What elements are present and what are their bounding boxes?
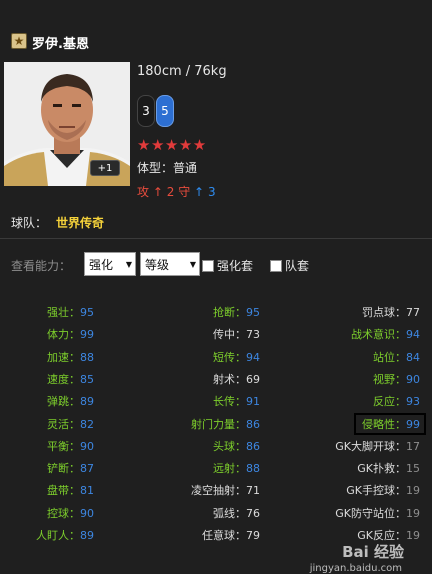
attribute-row: 视野：90 <box>0 371 420 387</box>
chevron-down-icon: ▼ <box>125 259 132 269</box>
enhance-select[interactable]: 强化 ▼ <box>84 252 136 276</box>
enhance-select-value: 强化 <box>89 257 114 272</box>
left-foot-value: 3 <box>142 104 150 118</box>
attribute-row: 反应：93 <box>0 393 420 409</box>
attribute-row: GK扑救：15 <box>0 460 420 476</box>
team-value: 世界传奇 <box>56 216 105 230</box>
attribute-label: GK大脚开球： <box>335 439 406 453</box>
attribute-row: 战术意识：94 <box>0 326 420 342</box>
player-name: 罗伊.基恩 <box>32 37 89 52</box>
level-badge: +1 <box>90 160 120 176</box>
attribute-label: 罚点球： <box>362 306 406 319</box>
attribute-value: 19 <box>406 506 420 520</box>
left-foot-icon: 3 <box>137 95 155 127</box>
enhance-set-checkbox[interactable]: 强化套 <box>202 257 253 274</box>
attribute-row: GK手控球：19 <box>0 482 420 498</box>
attribute-value: 84 <box>406 350 420 364</box>
attack-label: 攻 <box>137 185 150 199</box>
defense-label: 守 <box>178 185 191 199</box>
attribute-row: 站位：84 <box>0 349 420 365</box>
attack-defense: 攻 ↑ 2 守 ↑ 3 <box>137 183 216 200</box>
attribute-label: GK防守站位： <box>335 506 406 520</box>
attribute-label: GK扑救： <box>357 462 406 476</box>
attribute-row: GK大脚开球：17 <box>0 438 420 454</box>
divider <box>0 238 432 239</box>
enhance-set-label: 强化套 <box>217 259 254 273</box>
attribute-label: 战术意识： <box>351 328 406 342</box>
defense-arrow-icon: ↑ <box>194 185 205 199</box>
attribute-value: 17 <box>406 439 420 453</box>
attack-value: 2 <box>166 185 175 199</box>
attribute-value: 93 <box>406 395 420 409</box>
attribute-value: 19 <box>406 484 420 498</box>
attack-arrow-icon: ↑ <box>152 185 163 199</box>
attribute-value: 94 <box>406 328 420 342</box>
height-weight: 180cm / 76kg <box>137 64 227 79</box>
right-foot-icon: 5 <box>156 95 174 127</box>
checkbox-box[interactable] <box>270 259 282 272</box>
watermark-logo: Bai 经验 <box>342 543 404 561</box>
watermark-url: jingyan.baidu.com <box>309 563 402 574</box>
attribute-value: 77 <box>406 306 420 319</box>
attribute-label: 反应： <box>373 395 406 409</box>
attribute-label: 站位： <box>373 350 406 364</box>
highlight-box <box>354 412 426 435</box>
view-ability-label: 查看能力： <box>11 259 72 273</box>
star-rating: ★★★★★ <box>137 136 207 154</box>
attribute-value: 90 <box>406 372 420 386</box>
attribute-label: GK手控球： <box>346 484 406 498</box>
team-label: 球队： <box>11 216 48 230</box>
attribute-label: 视野： <box>373 372 406 386</box>
checkbox-box[interactable] <box>202 259 214 272</box>
level-select-value: 等级 <box>145 257 170 272</box>
attribute-value: 15 <box>406 462 420 476</box>
body-type: 体型：普通 <box>137 161 198 175</box>
team-set-checkbox[interactable]: 队套 <box>270 257 309 274</box>
star-icon: ★ <box>11 33 27 49</box>
right-foot-value: 5 <box>161 104 169 118</box>
team-set-label: 队套 <box>285 259 310 273</box>
attribute-row: 罚点球：77 <box>0 304 420 320</box>
level-select[interactable]: 等级 ▼ <box>140 252 200 276</box>
defense-value: 3 <box>207 185 216 199</box>
chevron-down-icon: ▼ <box>189 259 196 269</box>
attribute-row: GK防守站位：19 <box>0 505 420 521</box>
attribute-value: 19 <box>406 529 420 542</box>
